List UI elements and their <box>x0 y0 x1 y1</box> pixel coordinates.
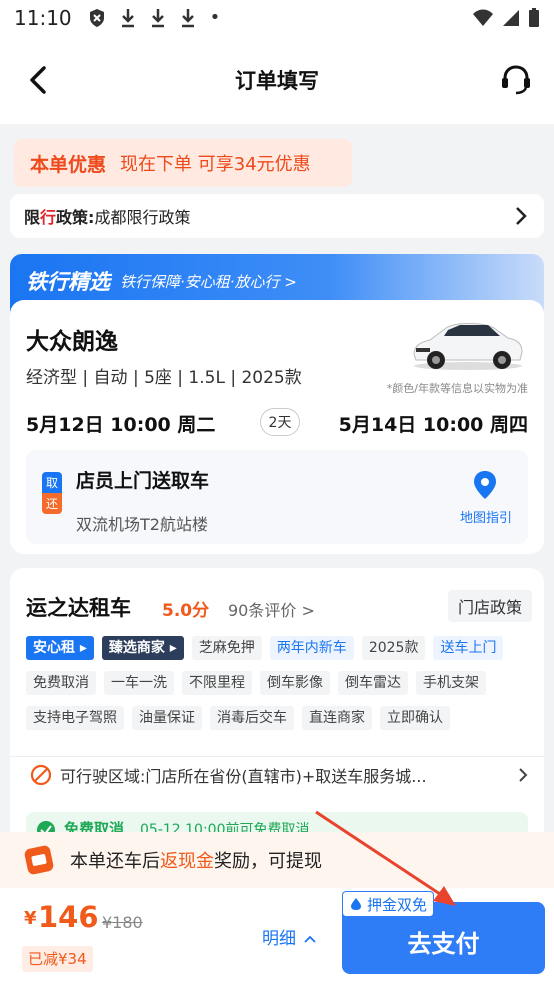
total-price: 146 <box>38 900 99 934</box>
pickup-time: 5月12日 10:00 周二 <box>26 414 216 436</box>
tag: 不限里程 <box>182 671 252 695</box>
pickup-return-badge: 取 还 <box>42 472 62 514</box>
tag-row: 安心租 ▸ 臻选商家 ▸ 芝麻免押 两年内新车 2025款 送车上门 <box>26 636 536 660</box>
store-reviews-link[interactable]: 90条评价 > <box>228 597 315 621</box>
restriction-label: 限行政策: <box>24 208 95 227</box>
cashback-strip: 本单还车后返现金奖励，可提现 <box>0 832 554 888</box>
nav-bar: 订单填写 <box>0 36 554 124</box>
tag-anxinzu[interactable]: 安心租 ▸ <box>26 636 94 660</box>
water-drop-icon <box>351 898 361 910</box>
tag-row: 支持电子驾照 油量保证 消毒后交车 直连商家 立即确认 <box>26 706 536 730</box>
bottom-pay-bar: ¥ 146 ¥180 已减¥34 明细 去支付 押金双免 <box>0 888 554 984</box>
driving-zone-text: 可行驶区域:门店所在省份(直辖市)+取送车服务城... <box>60 766 427 786</box>
tag: 手机支架 <box>416 671 486 695</box>
rental-days-badge: 2天 <box>260 408 300 436</box>
download-icon <box>121 9 134 28</box>
car-spec: 经济型 | 自动 | 5座 | 1.5L | 2025款 <box>26 368 302 388</box>
car-name: 大众朗逸 <box>26 329 118 355</box>
driving-zone-row[interactable]: 可行驶区域:门店所在省份(直辖市)+取送车服务城... <box>10 756 544 792</box>
return-time: 5月14日 10:00 周四 <box>338 414 528 436</box>
car-disclaimer: *颜色/年款等信息以实物为准 <box>386 382 528 395</box>
tag: 一车一洗 <box>104 671 174 695</box>
pickup-return-panel: 取 还 店员上门送取车 双流机场T2航站楼 地图指引 <box>26 450 528 544</box>
map-guide-link[interactable]: 地图指引 <box>460 507 512 526</box>
tag-row: 免费取消 一车一洗 不限里程 倒车影像 倒车雷达 手机支架 <box>26 671 536 695</box>
restriction-text: 成都限行政策 <box>94 208 191 227</box>
order-discount-banner: 本单优惠 现在下单 可享34元优惠 <box>14 139 352 187</box>
tag: 直连商家 <box>302 706 372 730</box>
tag-premium-merchant[interactable]: 臻选商家 ▸ <box>101 636 184 660</box>
red-envelope-icon <box>24 845 54 875</box>
store-policy-button[interactable]: 门店政策 <box>448 590 532 622</box>
store-name: 运之达租车 <box>26 596 131 620</box>
pickup-method: 店员上门送取车 <box>76 470 210 492</box>
tag: 消毒后交车 <box>210 706 294 730</box>
wifi-icon <box>473 9 493 26</box>
tag: 倒车影像 <box>260 671 330 695</box>
banner-subtitle: 铁行保障·安心租·放心行 > <box>120 273 297 291</box>
status-time: 11:10 <box>14 6 72 30</box>
banner-title: 铁行精选 <box>26 270 110 294</box>
customer-service-icon[interactable] <box>498 62 534 98</box>
battery-icon <box>529 8 539 27</box>
tag: 支持电子驾照 <box>26 706 124 730</box>
status-bar: 11:10 • <box>0 0 554 36</box>
original-price: ¥180 <box>102 913 143 932</box>
chevron-right-icon <box>516 207 527 225</box>
download-icon <box>181 9 194 28</box>
currency-symbol: ¥ <box>24 908 37 929</box>
tag: 立即确认 <box>380 706 450 730</box>
download-icon <box>151 9 164 28</box>
traffic-restriction-row[interactable]: 限行政策: 成都限行政策 <box>10 194 544 238</box>
tag: 送车上门 <box>433 636 504 660</box>
shield-icon <box>89 9 104 27</box>
signal-icon <box>503 10 519 26</box>
tag: 2025款 <box>361 636 426 660</box>
store-score: 5.0分 <box>162 601 210 621</box>
tag: 芝麻免押 <box>191 636 262 660</box>
notification-dot: • <box>209 7 221 28</box>
map-pin-icon[interactable] <box>472 470 498 500</box>
chevron-right-icon <box>519 768 528 782</box>
discount-text: 现在下单 可享34元优惠 <box>120 154 311 175</box>
car-image <box>413 323 523 370</box>
price-detail-toggle[interactable]: 明细 <box>262 924 316 949</box>
cashback-text: 本单还车后返现金奖励，可提现 <box>70 851 322 872</box>
store-info-card: 运之达租车 5.0分 90条评价 > 门店政策 安心租 ▸ 臻选商家 ▸ 芝麻免… <box>10 568 544 868</box>
deposit-free-badge: 押金双免 <box>342 891 435 917</box>
prohibited-icon <box>30 764 52 785</box>
pickup-location: 双流机场T2航站楼 <box>76 515 208 534</box>
tag: 免费取消 <box>26 671 96 695</box>
store-tags: 安心租 ▸ 臻选商家 ▸ 芝麻免押 两年内新车 2025款 送车上门 免费取消 … <box>26 636 536 741</box>
tag: 倒车雷达 <box>338 671 408 695</box>
tag: 两年内新车 <box>269 636 354 660</box>
tag: 油量保证 <box>132 706 202 730</box>
saved-amount-badge: 已减¥34 <box>22 946 93 972</box>
car-info-card: 大众朗逸 经济型 | 自动 | 5座 | 1.5L | 2025款 *颜色/年款… <box>10 300 544 554</box>
chevron-up-icon <box>304 935 316 943</box>
back-arrow-icon[interactable] <box>22 62 58 98</box>
discount-tag: 本单优惠 <box>30 153 107 176</box>
page-title: 订单填写 <box>235 69 319 93</box>
